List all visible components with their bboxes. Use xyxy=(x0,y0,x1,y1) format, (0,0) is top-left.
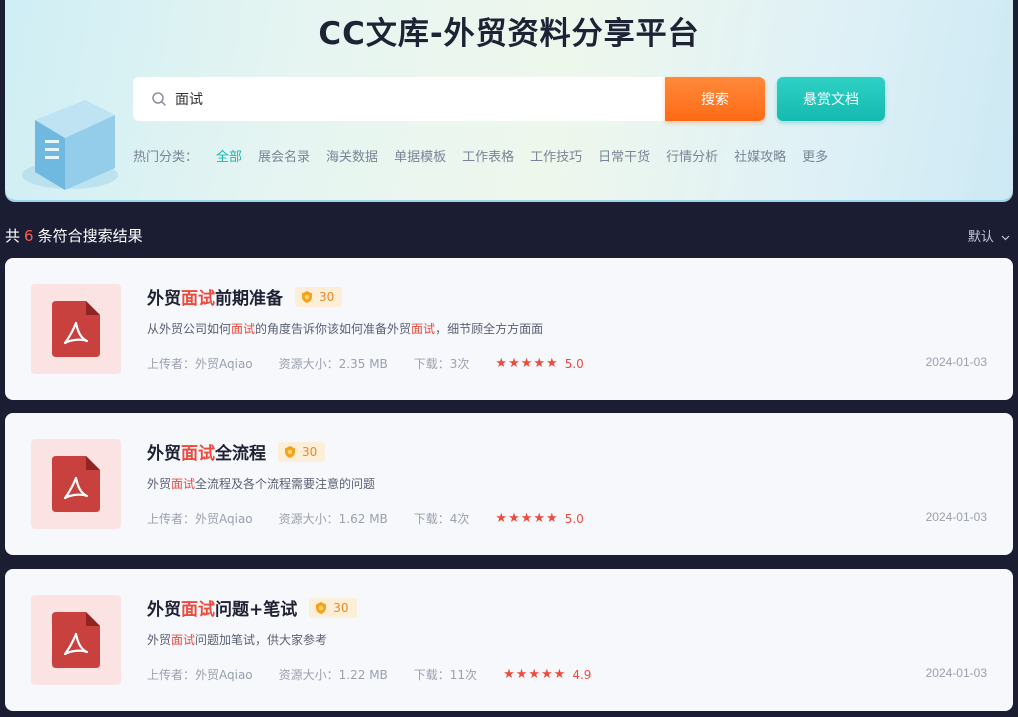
coin-value: 30 xyxy=(333,600,349,615)
download-count: 下载：4次 xyxy=(413,512,470,526)
search-button[interactable]: 搜索 xyxy=(665,77,765,121)
file-size: 资源大小：1.62 MB xyxy=(278,512,388,526)
result-count-number: 6 xyxy=(24,227,34,245)
category-bar: 热门分类： 全部 展会名录 海关数据 单据模板 工作表格 工作技巧 日常干货 行… xyxy=(133,146,844,165)
document-illustration-icon xyxy=(22,100,118,190)
document-title[interactable]: 外贸 面试 问题+笔试 30 xyxy=(147,595,357,620)
search-hero: CC文库-外贸资料分享平台 搜索 悬赏文档 热门分类： 全部 展会名录 海关数据… xyxy=(5,0,1013,200)
category-customs-data[interactable]: 海关数据 xyxy=(326,146,378,165)
category-more[interactable]: 更多 xyxy=(802,146,828,165)
result-card[interactable]: 外贸 面试 全流程 30 外贸面试全流程及各个流程需要注意的问题 上传者：外贸Aqi… xyxy=(5,413,1013,555)
category-work-sheets[interactable]: 工作表格 xyxy=(462,146,514,165)
coin-icon xyxy=(285,445,295,458)
sort-label: 默认 xyxy=(967,230,994,245)
download-count: 下载：3次 xyxy=(413,357,470,371)
star-rating: ★★★★★ xyxy=(495,511,559,526)
coin-badge: 30 xyxy=(295,286,343,307)
title-text: 外贸 xyxy=(147,444,181,464)
title-highlight: 面试 xyxy=(181,289,215,309)
title-text: 前期准备 xyxy=(215,289,283,309)
download-count: 下载：11次 xyxy=(413,668,478,682)
title-highlight: 面试 xyxy=(181,600,215,620)
document-meta: 上传者：外贸Aqiao 资源大小：1.62 MB 下载：4次 ★★★★★ 5.0 xyxy=(147,510,584,527)
category-social-media[interactable]: 社媒攻略 xyxy=(734,146,786,165)
desc-text: ，细节顾全方方面面 xyxy=(435,322,544,336)
title-text: 问题+笔试 xyxy=(215,600,298,620)
title-text: 外贸 xyxy=(147,600,181,620)
document-title[interactable]: 外贸 面试 前期准备 30 xyxy=(147,284,343,309)
desc-text: 的角度告诉你该如何准备外贸 xyxy=(255,322,412,336)
document-thumbnail xyxy=(31,284,121,374)
file-size: 资源大小：1.22 MB xyxy=(278,668,388,682)
category-all[interactable]: 全部 xyxy=(216,146,242,165)
star-rating: ★★★★★ xyxy=(503,667,567,682)
uploader: 上传者：外贸Aqiao xyxy=(147,357,253,371)
category-work-tips[interactable]: 工作技巧 xyxy=(530,146,582,165)
sort-dropdown[interactable]: 默认 xyxy=(968,226,1010,245)
document-thumbnail xyxy=(31,595,121,685)
coin-value: 30 xyxy=(319,289,335,304)
pdf-icon xyxy=(52,456,100,512)
pdf-icon xyxy=(52,612,100,668)
title-text: 外贸 xyxy=(147,289,181,309)
file-size: 资源大小：2.35 MB xyxy=(278,357,388,371)
result-count-suffix: 条符合搜索结果 xyxy=(37,227,143,245)
coin-value: 30 xyxy=(302,444,318,459)
search-input[interactable] xyxy=(175,77,655,121)
upload-date: 2024-01-03 xyxy=(925,510,987,524)
reward-document-button[interactable]: 悬赏文档 xyxy=(777,77,885,121)
rating-value: 5.0 xyxy=(564,511,584,526)
document-title[interactable]: 外贸 面试 全流程 30 xyxy=(147,439,326,464)
document-thumbnail xyxy=(31,439,121,529)
document-description: 外贸面试问题加笔试，供大家参考 xyxy=(147,631,327,648)
desc-highlight: 面试 xyxy=(171,633,196,647)
desc-text: 问题加笔试，供大家参考 xyxy=(195,633,328,647)
desc-text: 全流程及各个流程需要注意的问题 xyxy=(195,477,376,491)
coin-badge: 30 xyxy=(278,441,326,462)
upload-date: 2024-01-03 xyxy=(925,666,987,680)
category-label: 热门分类： xyxy=(133,150,199,165)
desc-highlight: 面试 xyxy=(231,322,256,336)
star-rating: ★★★★★ xyxy=(495,356,559,371)
search-icon xyxy=(152,92,166,106)
result-card[interactable]: 外贸 面试 问题+笔试 30 外贸面试问题加笔试，供大家参考 上传者：外贸Aqiao… xyxy=(5,569,1013,711)
document-meta: 上传者：外贸Aqiao 资源大小：2.35 MB 下载：3次 ★★★★★ 5.0 xyxy=(147,355,584,372)
title-text: 全流程 xyxy=(215,444,266,464)
desc-text: 外贸 xyxy=(147,633,172,647)
result-card[interactable]: 外贸 面试 前期准备 30 从外贸公司如何面试的角度告诉你该如何准备外贸面试，细节顾… xyxy=(5,258,1013,400)
pdf-icon xyxy=(52,301,100,357)
desc-text: 从外贸公司如何 xyxy=(147,322,232,336)
desc-highlight: 面试 xyxy=(171,477,196,491)
document-description: 外贸面试全流程及各个流程需要注意的问题 xyxy=(147,475,375,492)
title-highlight: 面试 xyxy=(181,444,215,464)
document-description: 从外贸公司如何面试的角度告诉你该如何准备外贸面试，细节顾全方方面面 xyxy=(147,320,543,337)
category-daily[interactable]: 日常干货 xyxy=(598,146,650,165)
result-count: 共 6 条符合搜索结果 xyxy=(5,225,143,246)
category-exhibitions[interactable]: 展会名录 xyxy=(258,146,310,165)
result-count-prefix: 共 xyxy=(5,227,21,245)
uploader: 上传者：外贸Aqiao xyxy=(147,512,253,526)
upload-date: 2024-01-03 xyxy=(925,355,987,369)
site-title: CC文库-外贸资料分享平台 xyxy=(318,16,700,52)
rating-value: 5.0 xyxy=(564,356,584,371)
chevron-down-icon xyxy=(1001,235,1010,240)
coin-icon xyxy=(316,601,327,614)
category-market[interactable]: 行情分析 xyxy=(666,146,718,165)
coin-icon xyxy=(302,290,312,303)
desc-text: 外贸 xyxy=(147,477,172,491)
uploader: 上传者：外贸Aqiao xyxy=(147,668,253,682)
desc-highlight: 面试 xyxy=(411,322,436,336)
rating-value: 4.9 xyxy=(572,667,592,682)
document-meta: 上传者：外贸Aqiao 资源大小：1.22 MB 下载：11次 ★★★★★ 4.… xyxy=(147,666,591,683)
coin-badge: 30 xyxy=(309,597,357,618)
category-doc-templates[interactable]: 单据模板 xyxy=(394,146,446,165)
